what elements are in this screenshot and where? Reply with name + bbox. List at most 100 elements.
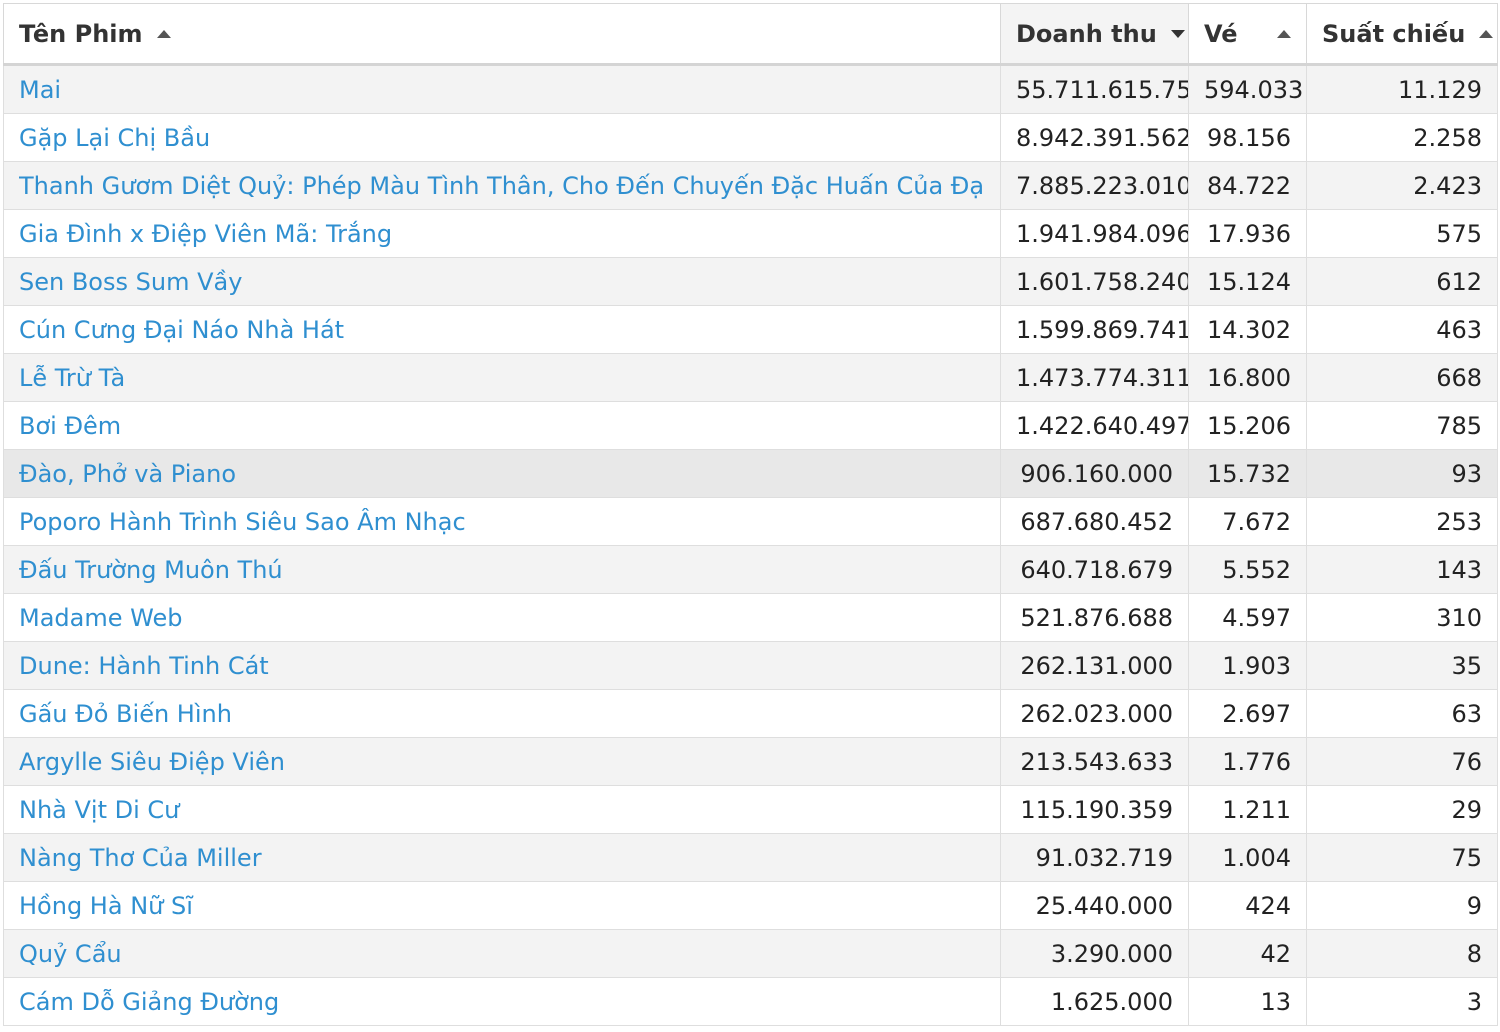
revenue-cell: 1.601.758.240 [1000, 257, 1189, 306]
shows-cell: 35 [1306, 641, 1498, 690]
movie-title-link[interactable]: Cún Cưng Đại Náo Nhà Hát [19, 316, 985, 344]
tickets-cell: 4.597 [1188, 593, 1307, 642]
table-body: Mai 55.711.615.750 594.033 11.129 Gặp Lạ… [3, 64, 1498, 1026]
movie-name-cell: Hồng Hà Nữ Sĩ [3, 881, 1001, 930]
movie-title-link[interactable]: Nhà Vịt Di Cư [19, 796, 985, 824]
movie-title-link[interactable]: Mai [19, 76, 985, 104]
table-row: Poporo Hành Trình Siêu Sao Âm Nhạc 687.6… [3, 497, 1498, 546]
column-header-shows[interactable]: Suất chiếu [1306, 3, 1498, 66]
table-row: Mai 55.711.615.750 594.033 11.129 [3, 64, 1498, 114]
tickets-cell: 84.722 [1188, 161, 1307, 210]
revenue-cell: 1.473.774.311 [1000, 353, 1189, 402]
movie-name-cell: Đào, Phở và Piano [3, 449, 1001, 498]
movie-title-link[interactable]: Gấu Đỏ Biến Hình [19, 700, 985, 728]
table-row: Sen Boss Sum Vầy 1.601.758.240 15.124 61… [3, 257, 1498, 306]
revenue-cell: 521.876.688 [1000, 593, 1189, 642]
movie-name-cell: Madame Web [3, 593, 1001, 642]
tickets-cell: 13 [1188, 977, 1307, 1026]
tickets-cell: 42 [1188, 929, 1307, 978]
shows-cell: 143 [1306, 545, 1498, 594]
movie-name-cell: Sen Boss Sum Vầy [3, 257, 1001, 306]
sort-ascending-icon [156, 29, 171, 38]
movie-title-link[interactable]: Gia Đình x Điệp Viên Mã: Trắng [19, 220, 985, 248]
revenue-cell: 1.941.984.096 [1000, 209, 1189, 258]
shows-cell: 63 [1306, 689, 1498, 738]
shows-cell: 9 [1306, 881, 1498, 930]
tickets-cell: 15.124 [1188, 257, 1307, 306]
movie-name-cell: Lễ Trừ Tà [3, 353, 1001, 402]
table-row: Lễ Trừ Tà 1.473.774.311 16.800 668 [3, 353, 1498, 402]
movie-name-cell: Cám Dỗ Giảng Đường [3, 977, 1001, 1026]
movie-title-link[interactable]: Sen Boss Sum Vầy [19, 268, 985, 296]
shows-cell: 668 [1306, 353, 1498, 402]
movie-name-cell: Nàng Thơ Của Miller [3, 833, 1001, 882]
column-header-name[interactable]: Tên Phim [3, 3, 1001, 66]
movie-title-link[interactable]: Gặp Lại Chị Bầu [19, 124, 985, 152]
shows-cell: 785 [1306, 401, 1498, 450]
column-header-tickets[interactable]: Vé [1188, 3, 1307, 66]
table-row: Hồng Hà Nữ Sĩ 25.440.000 424 9 [3, 881, 1498, 930]
revenue-cell: 55.711.615.750 [1000, 64, 1189, 114]
revenue-cell: 7.885.223.010 [1000, 161, 1189, 210]
movie-name-cell: Đấu Trường Muôn Thú [3, 545, 1001, 594]
revenue-cell: 906.160.000 [1000, 449, 1189, 498]
column-header-revenue-label: Doanh thu [1016, 19, 1157, 48]
tickets-cell: 1.776 [1188, 737, 1307, 786]
table-row: Madame Web 521.876.688 4.597 310 [3, 593, 1498, 642]
column-header-revenue[interactable]: Doanh thu [1000, 3, 1189, 66]
movie-title-link[interactable]: Hồng Hà Nữ Sĩ [19, 892, 985, 920]
table-row: Cún Cưng Đại Náo Nhà Hát 1.599.869.741 1… [3, 305, 1498, 354]
table-row: Argylle Siêu Điệp Viên 213.543.633 1.776… [3, 737, 1498, 786]
shows-cell: 310 [1306, 593, 1498, 642]
tickets-cell: 16.800 [1188, 353, 1307, 402]
column-header-tickets-label: Vé [1204, 19, 1238, 48]
box-office-table-container: Tên Phim Doanh thu Vé Suất chiếu Mai 55.… [3, 3, 1498, 1026]
movie-title-link[interactable]: Lễ Trừ Tà [19, 364, 985, 392]
column-header-name-label: Tên Phim [19, 19, 143, 48]
movie-name-cell: Mai [3, 64, 1001, 114]
revenue-cell: 262.023.000 [1000, 689, 1189, 738]
revenue-cell: 213.543.633 [1000, 737, 1189, 786]
movie-name-cell: Poporo Hành Trình Siêu Sao Âm Nhạc [3, 497, 1001, 546]
shows-cell: 93 [1306, 449, 1498, 498]
movie-title-link[interactable]: Đào, Phở và Piano [19, 460, 985, 488]
movie-title-link[interactable]: Nàng Thơ Của Miller [19, 844, 985, 872]
revenue-cell: 687.680.452 [1000, 497, 1189, 546]
shows-cell: 29 [1306, 785, 1498, 834]
movie-title-link[interactable]: Đấu Trường Muôn Thú [19, 556, 985, 584]
movie-title-link[interactable]: Bơi Đêm [19, 412, 985, 440]
revenue-cell: 1.599.869.741 [1000, 305, 1189, 354]
revenue-cell: 3.290.000 [1000, 929, 1189, 978]
movie-title-link[interactable]: Argylle Siêu Điệp Viên [19, 748, 985, 776]
header-row: Tên Phim Doanh thu Vé Suất chiếu [3, 3, 1498, 66]
tickets-cell: 424 [1188, 881, 1307, 930]
tickets-cell: 1.903 [1188, 641, 1307, 690]
movie-title-link[interactable]: Dune: Hành Tinh Cát [19, 652, 985, 680]
tickets-cell: 1.211 [1188, 785, 1307, 834]
movie-title-link[interactable]: Thanh Gươm Diệt Quỷ: Phép Màu Tình Thân,… [19, 172, 985, 200]
shows-cell: 3 [1306, 977, 1498, 1026]
shows-cell: 76 [1306, 737, 1498, 786]
movie-title-link[interactable]: Madame Web [19, 604, 985, 632]
movie-title-link[interactable]: Quỷ Cẩu [19, 940, 985, 968]
shows-cell: 463 [1306, 305, 1498, 354]
table-row: Thanh Gươm Diệt Quỷ: Phép Màu Tình Thân,… [3, 161, 1498, 210]
revenue-cell: 91.032.719 [1000, 833, 1189, 882]
movie-name-cell: Bơi Đêm [3, 401, 1001, 450]
column-header-shows-label: Suất chiếu [1322, 19, 1466, 48]
movie-title-link[interactable]: Poporo Hành Trình Siêu Sao Âm Nhạc [19, 508, 985, 536]
shows-cell: 11.129 [1306, 64, 1498, 114]
shows-cell: 253 [1306, 497, 1498, 546]
movie-name-cell: Nhà Vịt Di Cư [3, 785, 1001, 834]
sort-ascending-icon [1479, 29, 1494, 38]
table-header: Tên Phim Doanh thu Vé Suất chiếu [3, 3, 1498, 66]
revenue-cell: 640.718.679 [1000, 545, 1189, 594]
tickets-cell: 7.672 [1188, 497, 1307, 546]
revenue-cell: 8.942.391.562 [1000, 113, 1189, 162]
table-row: Đấu Trường Muôn Thú 640.718.679 5.552 14… [3, 545, 1498, 594]
tickets-cell: 15.206 [1188, 401, 1307, 450]
tickets-cell: 14.302 [1188, 305, 1307, 354]
tickets-cell: 1.004 [1188, 833, 1307, 882]
movie-title-link[interactable]: Cám Dỗ Giảng Đường [19, 988, 985, 1016]
revenue-cell: 25.440.000 [1000, 881, 1189, 930]
